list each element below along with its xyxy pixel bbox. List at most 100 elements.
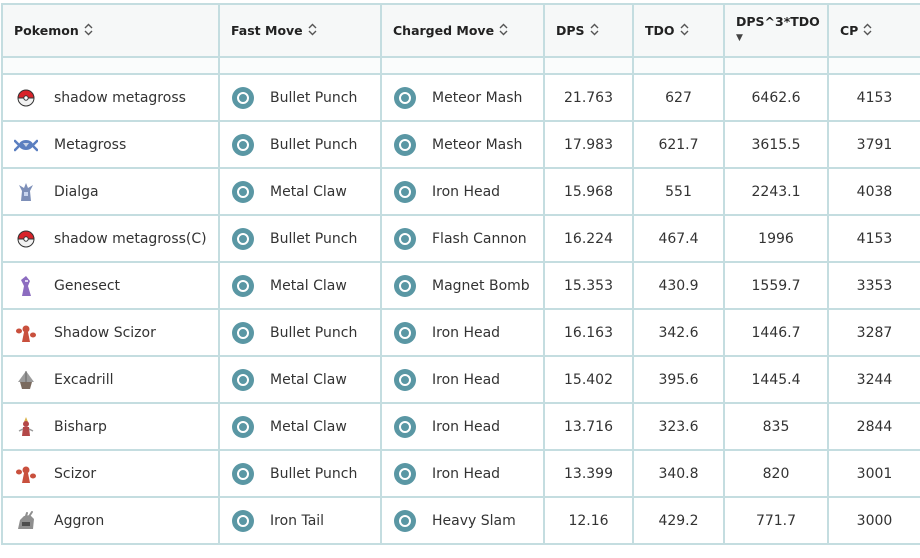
- charged-move-name: Flash Cannon: [432, 230, 527, 247]
- spacer-cell: [218, 56, 382, 75]
- dialga-icon: [14, 180, 38, 204]
- spacer-cell: [723, 56, 829, 75]
- steel-type-icon: [232, 462, 254, 485]
- cp-cell: 3287: [827, 308, 920, 357]
- table-row: shadow metagross Bullet Punch Meteor Mas…: [1, 73, 920, 122]
- fast-move-name: Metal Claw: [270, 418, 347, 435]
- pokemon-name: Scizor: [54, 465, 97, 482]
- column-header-dps[interactable]: DPS: [543, 3, 634, 58]
- charged-move-cell: Iron Head: [380, 167, 545, 216]
- charged-move-cell: Magnet Bomb: [380, 261, 545, 310]
- column-label: Charged Move: [393, 23, 495, 38]
- column-label: DPS^3*TDO: [736, 14, 820, 29]
- spacer-cell: [632, 56, 725, 75]
- score-cell: 820: [723, 449, 829, 498]
- spacer-cell: [1, 56, 220, 75]
- steel-type-icon: [394, 415, 416, 438]
- table-row: Metagross Bullet Punch Meteor Mash 17.98…: [1, 120, 920, 169]
- pokemon-name: Bisharp: [54, 418, 107, 435]
- cp-cell: 4153: [827, 214, 920, 263]
- fast-move-name: Bullet Punch: [270, 136, 358, 153]
- table-row: shadow metagross(C) Bullet Punch Flash C…: [1, 214, 920, 263]
- pokemon-cell: Excadrill: [1, 355, 220, 404]
- steel-type-icon: [394, 462, 416, 485]
- pokemon-cell: Dialga: [1, 167, 220, 216]
- cp-cell: 3791: [827, 120, 920, 169]
- aggron-icon: [14, 509, 38, 533]
- cp-cell: 3353: [827, 261, 920, 310]
- fast-move-cell: Metal Claw: [218, 261, 382, 310]
- pokemon-name: Shadow Scizor: [54, 324, 156, 341]
- fast-move-name: Bullet Punch: [270, 89, 358, 106]
- pokemon-name: shadow metagross(C): [54, 230, 207, 247]
- cp-cell: 3244: [827, 355, 920, 404]
- dps-cell: 12.16: [543, 496, 634, 545]
- charged-move-name: Heavy Slam: [432, 512, 516, 529]
- dps-cell: 17.983: [543, 120, 634, 169]
- column-header-tdo[interactable]: TDO: [632, 3, 725, 58]
- table-row: Scizor Bullet Punch Iron Head 13.399 340…: [1, 449, 920, 498]
- steel-type-icon: [394, 368, 416, 391]
- pokemon-name: Dialga: [54, 183, 99, 200]
- column-header-fast-move[interactable]: Fast Move: [218, 3, 382, 58]
- fast-move-cell: Metal Claw: [218, 402, 382, 451]
- charged-move-cell: Iron Head: [380, 355, 545, 404]
- dps-cell: 15.968: [543, 167, 634, 216]
- table-row: Aggron Iron Tail Heavy Slam 12.16 429.2 …: [1, 496, 920, 545]
- fast-move-cell: Metal Claw: [218, 167, 382, 216]
- charged-move-name: Iron Head: [432, 371, 501, 388]
- fast-move-cell: Bullet Punch: [218, 449, 382, 498]
- steel-type-icon: [394, 227, 416, 250]
- pokemon-cell: Shadow Scizor: [1, 308, 220, 357]
- filter-spacer-row: [1, 56, 920, 75]
- pokeball-icon: [14, 86, 38, 110]
- charged-move-name: Meteor Mash: [432, 136, 523, 153]
- pokemon-cell: shadow metagross(C): [1, 214, 220, 263]
- steel-type-icon: [232, 86, 254, 109]
- score-cell: 2243.1: [723, 167, 829, 216]
- score-cell: 1445.4: [723, 355, 829, 404]
- fast-move-name: Metal Claw: [270, 371, 347, 388]
- tdo-cell: 467.4: [632, 214, 725, 263]
- charged-move-cell: Iron Head: [380, 402, 545, 451]
- fast-move-cell: Iron Tail: [218, 496, 382, 545]
- dps-cell: 13.399: [543, 449, 634, 498]
- steel-type-icon: [394, 509, 416, 532]
- column-header-dps3-tdo[interactable]: DPS^3*TDO ▼: [723, 3, 829, 58]
- score-cell: 3615.5: [723, 120, 829, 169]
- score-cell: 835: [723, 402, 829, 451]
- score-cell: 1559.7: [723, 261, 829, 310]
- score-cell: 1996: [723, 214, 829, 263]
- charged-move-name: Meteor Mash: [432, 89, 523, 106]
- tdo-cell: 627: [632, 73, 725, 122]
- column-header-charged-move[interactable]: Charged Move: [380, 3, 545, 58]
- fast-move-name: Bullet Punch: [270, 324, 358, 341]
- pokemon-cell: shadow metagross: [1, 73, 220, 122]
- sort-icon: [308, 23, 317, 36]
- column-label: Fast Move: [231, 23, 303, 38]
- steel-type-icon: [232, 133, 254, 156]
- pokemon-cell: Aggron: [1, 496, 220, 545]
- fast-move-cell: Bullet Punch: [218, 120, 382, 169]
- fast-move-cell: Bullet Punch: [218, 214, 382, 263]
- tdo-cell: 340.8: [632, 449, 725, 498]
- charged-move-name: Iron Head: [432, 465, 501, 482]
- charged-move-name: Iron Head: [432, 418, 501, 435]
- pokemon-name: Metagross: [54, 136, 127, 153]
- dps-cell: 16.224: [543, 214, 634, 263]
- tdo-cell: 395.6: [632, 355, 725, 404]
- scizor-icon: [14, 321, 38, 345]
- steel-type-icon: [232, 509, 254, 532]
- steel-type-icon: [394, 180, 416, 203]
- spacer-cell: [543, 56, 634, 75]
- table-row: Dialga Metal Claw Iron Head 15.968 551 2…: [1, 167, 920, 216]
- steel-type-icon: [394, 274, 416, 297]
- fast-move-name: Metal Claw: [270, 183, 347, 200]
- pokemon-counters-table: Pokemon Fast Move Charged Move DPS TDO D…: [1, 3, 920, 545]
- pokemon-name: Aggron: [54, 512, 105, 529]
- column-header-pokemon[interactable]: Pokemon: [1, 3, 220, 58]
- excadrill-icon: [14, 368, 38, 392]
- column-label: DPS: [556, 23, 585, 38]
- column-label: CP: [840, 23, 859, 38]
- column-header-cp[interactable]: CP: [827, 3, 920, 58]
